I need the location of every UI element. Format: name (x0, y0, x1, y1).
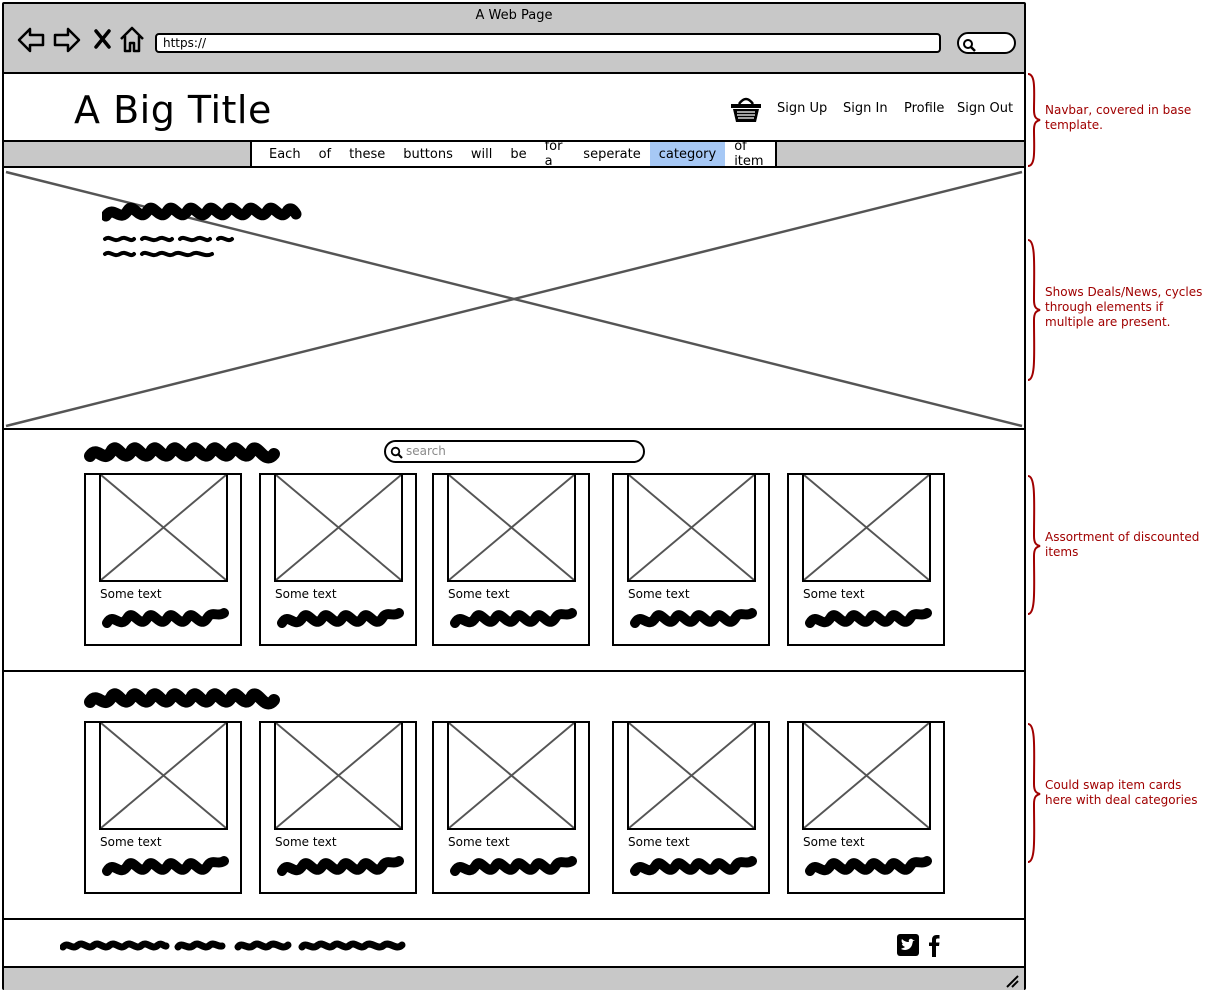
site-title[interactable]: A Big Title (74, 88, 272, 132)
annotation-brace (1027, 475, 1041, 615)
footer-text-scribble (60, 940, 406, 951)
item-image-placeholder (447, 721, 576, 830)
item-price-scribble (277, 856, 404, 876)
search-input[interactable]: search (384, 440, 645, 463)
item-price-scribble (450, 856, 577, 876)
address-text: https:// (163, 36, 207, 50)
item-image-placeholder (627, 721, 756, 830)
category-button[interactable]: of (310, 142, 341, 166)
item-image-placeholder (627, 473, 756, 582)
category-button[interactable]: of item (725, 139, 775, 169)
profile-link[interactable]: Profile (904, 101, 944, 116)
item-card[interactable]: Some text (84, 721, 242, 894)
item-card[interactable]: Some text (259, 473, 417, 646)
item-label: Some text (275, 835, 337, 849)
item-label: Some text (448, 835, 510, 849)
twitter-icon[interactable] (897, 934, 919, 956)
item-card[interactable]: Some text (787, 473, 945, 646)
home-icon[interactable] (118, 26, 146, 54)
item-price-scribble (630, 608, 757, 628)
category-button[interactable]: these (340, 142, 394, 166)
sign-out-link[interactable]: Sign Out (957, 101, 1013, 116)
search-icon (390, 446, 403, 459)
category-button[interactable]: Each (260, 142, 310, 166)
item-image-placeholder (274, 721, 403, 830)
category-button[interactable]: for a (536, 139, 575, 169)
category-button[interactable]: seperate (574, 142, 649, 166)
annotation-swap: Could swap item cards here with deal cat… (1045, 778, 1198, 807)
footer (4, 920, 1024, 966)
back-icon[interactable] (16, 26, 46, 54)
annotation-navbar: Navbar, covered in base template. (1045, 103, 1192, 132)
item-card[interactable]: Some text (612, 473, 770, 646)
item-label: Some text (628, 587, 690, 601)
banner-text-scribble (103, 235, 234, 258)
category-button[interactable]: be (501, 142, 535, 166)
close-icon[interactable] (92, 26, 114, 54)
search-icon (963, 39, 976, 52)
item-card[interactable]: Some text (84, 473, 242, 646)
banner-heading-scribble (102, 202, 302, 222)
category-buttons: Each of these buttons will be for a sepe… (250, 139, 777, 169)
forward-icon[interactable] (52, 26, 82, 54)
address-bar[interactable]: https:// (155, 33, 941, 53)
section-heading-scribble (84, 442, 280, 464)
item-price-scribble (630, 856, 757, 876)
item-price-scribble (102, 856, 229, 876)
category-bar: Each of these buttons will be for a sepe… (4, 139, 1024, 169)
item-label: Some text (803, 835, 865, 849)
resize-grip-icon[interactable] (1004, 974, 1020, 988)
item-price-scribble (805, 608, 932, 628)
basket-icon[interactable] (729, 94, 763, 124)
sign-up-link[interactable]: Sign Up (777, 101, 827, 116)
window-title: A Web Page (475, 8, 553, 23)
item-label: Some text (803, 587, 865, 601)
item-card[interactable]: Some text (432, 473, 590, 646)
item-price-scribble (805, 856, 932, 876)
category-button[interactable]: will (462, 142, 501, 166)
discounted-items-section: search Some text Some text Some text Som… (4, 430, 1024, 672)
item-image-placeholder (802, 473, 931, 582)
category-button[interactable]: buttons (394, 142, 462, 166)
annotation-discounted: Assortment of discounted items (1045, 530, 1200, 559)
browser-window: A Web Page https:// A Big Title Sign Up … (2, 2, 1026, 990)
item-label: Some text (628, 835, 690, 849)
browser-toolbar: A Web Page https:// (4, 4, 1024, 74)
category-button-active[interactable]: category (649, 142, 726, 166)
item-label: Some text (100, 835, 162, 849)
annotation-brace (1027, 73, 1041, 167)
item-card[interactable]: Some text (259, 721, 417, 894)
item-card[interactable]: Some text (787, 721, 945, 894)
item-price-scribble (102, 608, 229, 628)
item-image-placeholder (447, 473, 576, 582)
annotation-banner: Shows Deals/News, cycles through element… (1045, 285, 1203, 329)
item-card[interactable]: Some text (432, 721, 590, 894)
item-image-placeholder (274, 473, 403, 582)
item-label: Some text (448, 587, 510, 601)
more-items-section: Some text Some text Some text Some text … (4, 672, 1024, 920)
item-price-scribble (277, 608, 404, 628)
search-placeholder: search (406, 444, 446, 458)
browser-status-bar (4, 966, 1024, 990)
browser-search-button[interactable] (957, 32, 1016, 54)
item-card[interactable]: Some text (612, 721, 770, 894)
navbar: A Big Title Sign Up Sign In Profile Sign… (4, 74, 1024, 140)
deals-banner[interactable] (4, 168, 1024, 430)
item-image-placeholder (99, 721, 228, 830)
facebook-icon[interactable] (927, 933, 941, 957)
item-image-placeholder (802, 721, 931, 830)
annotation-brace (1027, 723, 1041, 863)
annotation-brace (1027, 239, 1041, 381)
item-image-placeholder (99, 473, 228, 582)
item-label: Some text (275, 587, 337, 601)
item-label: Some text (100, 587, 162, 601)
sign-in-link[interactable]: Sign In (843, 101, 888, 116)
item-price-scribble (450, 608, 577, 628)
section-heading-scribble (84, 688, 280, 710)
